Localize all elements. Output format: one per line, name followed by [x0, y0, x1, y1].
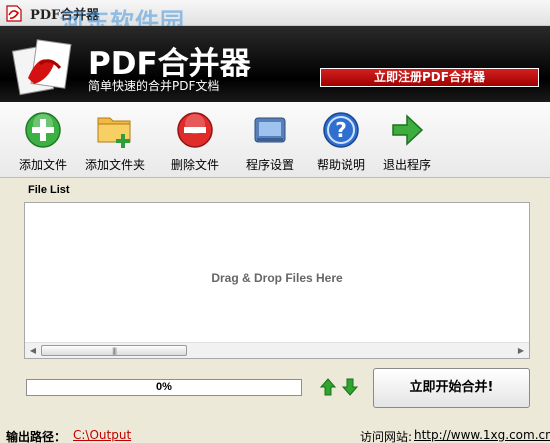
exit-label: 退出程序	[382, 158, 431, 172]
settings-button[interactable]: 程序设置	[243, 110, 297, 172]
grip-icon: |||	[112, 347, 117, 355]
title-bar: PDF合并器 河东软件园	[0, 0, 550, 36]
pdf-logo-icon	[11, 39, 72, 96]
help-label: 帮助说明	[316, 158, 365, 172]
scroll-left-icon[interactable]: ◀	[28, 346, 38, 356]
progress-bar: 0%	[26, 379, 302, 396]
svg-text:?: ?	[335, 118, 347, 142]
output-path-link[interactable]: C:\Output	[73, 428, 131, 442]
app-icon	[6, 5, 22, 22]
add-folder-label: 添加文件夹	[84, 158, 145, 172]
file-list[interactable]: Drag & Drop Files Here ◀ ||| ▶	[24, 202, 530, 359]
add-icon	[25, 112, 61, 148]
settings-label: 程序设置	[245, 158, 294, 172]
website-link[interactable]: http://www.1xg.com.cn	[414, 428, 550, 442]
status-bar: 输出路径： C:\Output 访问网站: http://www.1xg.com…	[0, 425, 550, 443]
scrollbar-thumb[interactable]: |||	[41, 345, 187, 356]
move-up-icon[interactable]	[320, 378, 336, 396]
drop-hint: Drag & Drop Files Here	[211, 271, 343, 285]
add-file-label: 添加文件	[18, 158, 67, 172]
progress-text: 0%	[156, 381, 172, 393]
add-folder-button[interactable]: 添加文件夹	[84, 110, 146, 172]
add-file-button[interactable]: 添加文件	[16, 110, 70, 172]
help-button[interactable]: ? 帮助说明	[314, 110, 368, 172]
exit-button[interactable]: 退出程序	[380, 110, 434, 172]
settings-icon	[254, 117, 286, 143]
header-banner: PDF合并器 简单快速的合并PDF文档 立即注册PDF合并器	[0, 26, 550, 102]
file-list-label: File List	[28, 184, 70, 196]
remove-icon	[177, 112, 213, 148]
remove-file-button[interactable]: 删除文件	[168, 110, 222, 172]
exit-icon	[392, 114, 424, 146]
move-down-icon[interactable]	[342, 378, 358, 396]
scroll-right-icon[interactable]: ▶	[516, 346, 526, 356]
remove-file-label: 删除文件	[170, 158, 219, 172]
add-folder-icon	[97, 117, 131, 148]
toolbar: 添加文件 添加文件夹 删除文件 程序设置 ? 帮助说明 退出程序	[0, 102, 550, 178]
horizontal-scrollbar[interactable]: ◀ ||| ▶	[25, 342, 529, 358]
help-icon: ?	[323, 112, 359, 148]
output-path-label: 输出路径：	[6, 430, 67, 443]
register-button[interactable]: 立即注册PDF合并器	[320, 68, 539, 87]
tagline: 简单快速的合并PDF文档	[88, 79, 220, 93]
website-label: 访问网站:	[360, 430, 413, 443]
start-merge-button[interactable]: 立即开始合并!	[373, 368, 530, 408]
